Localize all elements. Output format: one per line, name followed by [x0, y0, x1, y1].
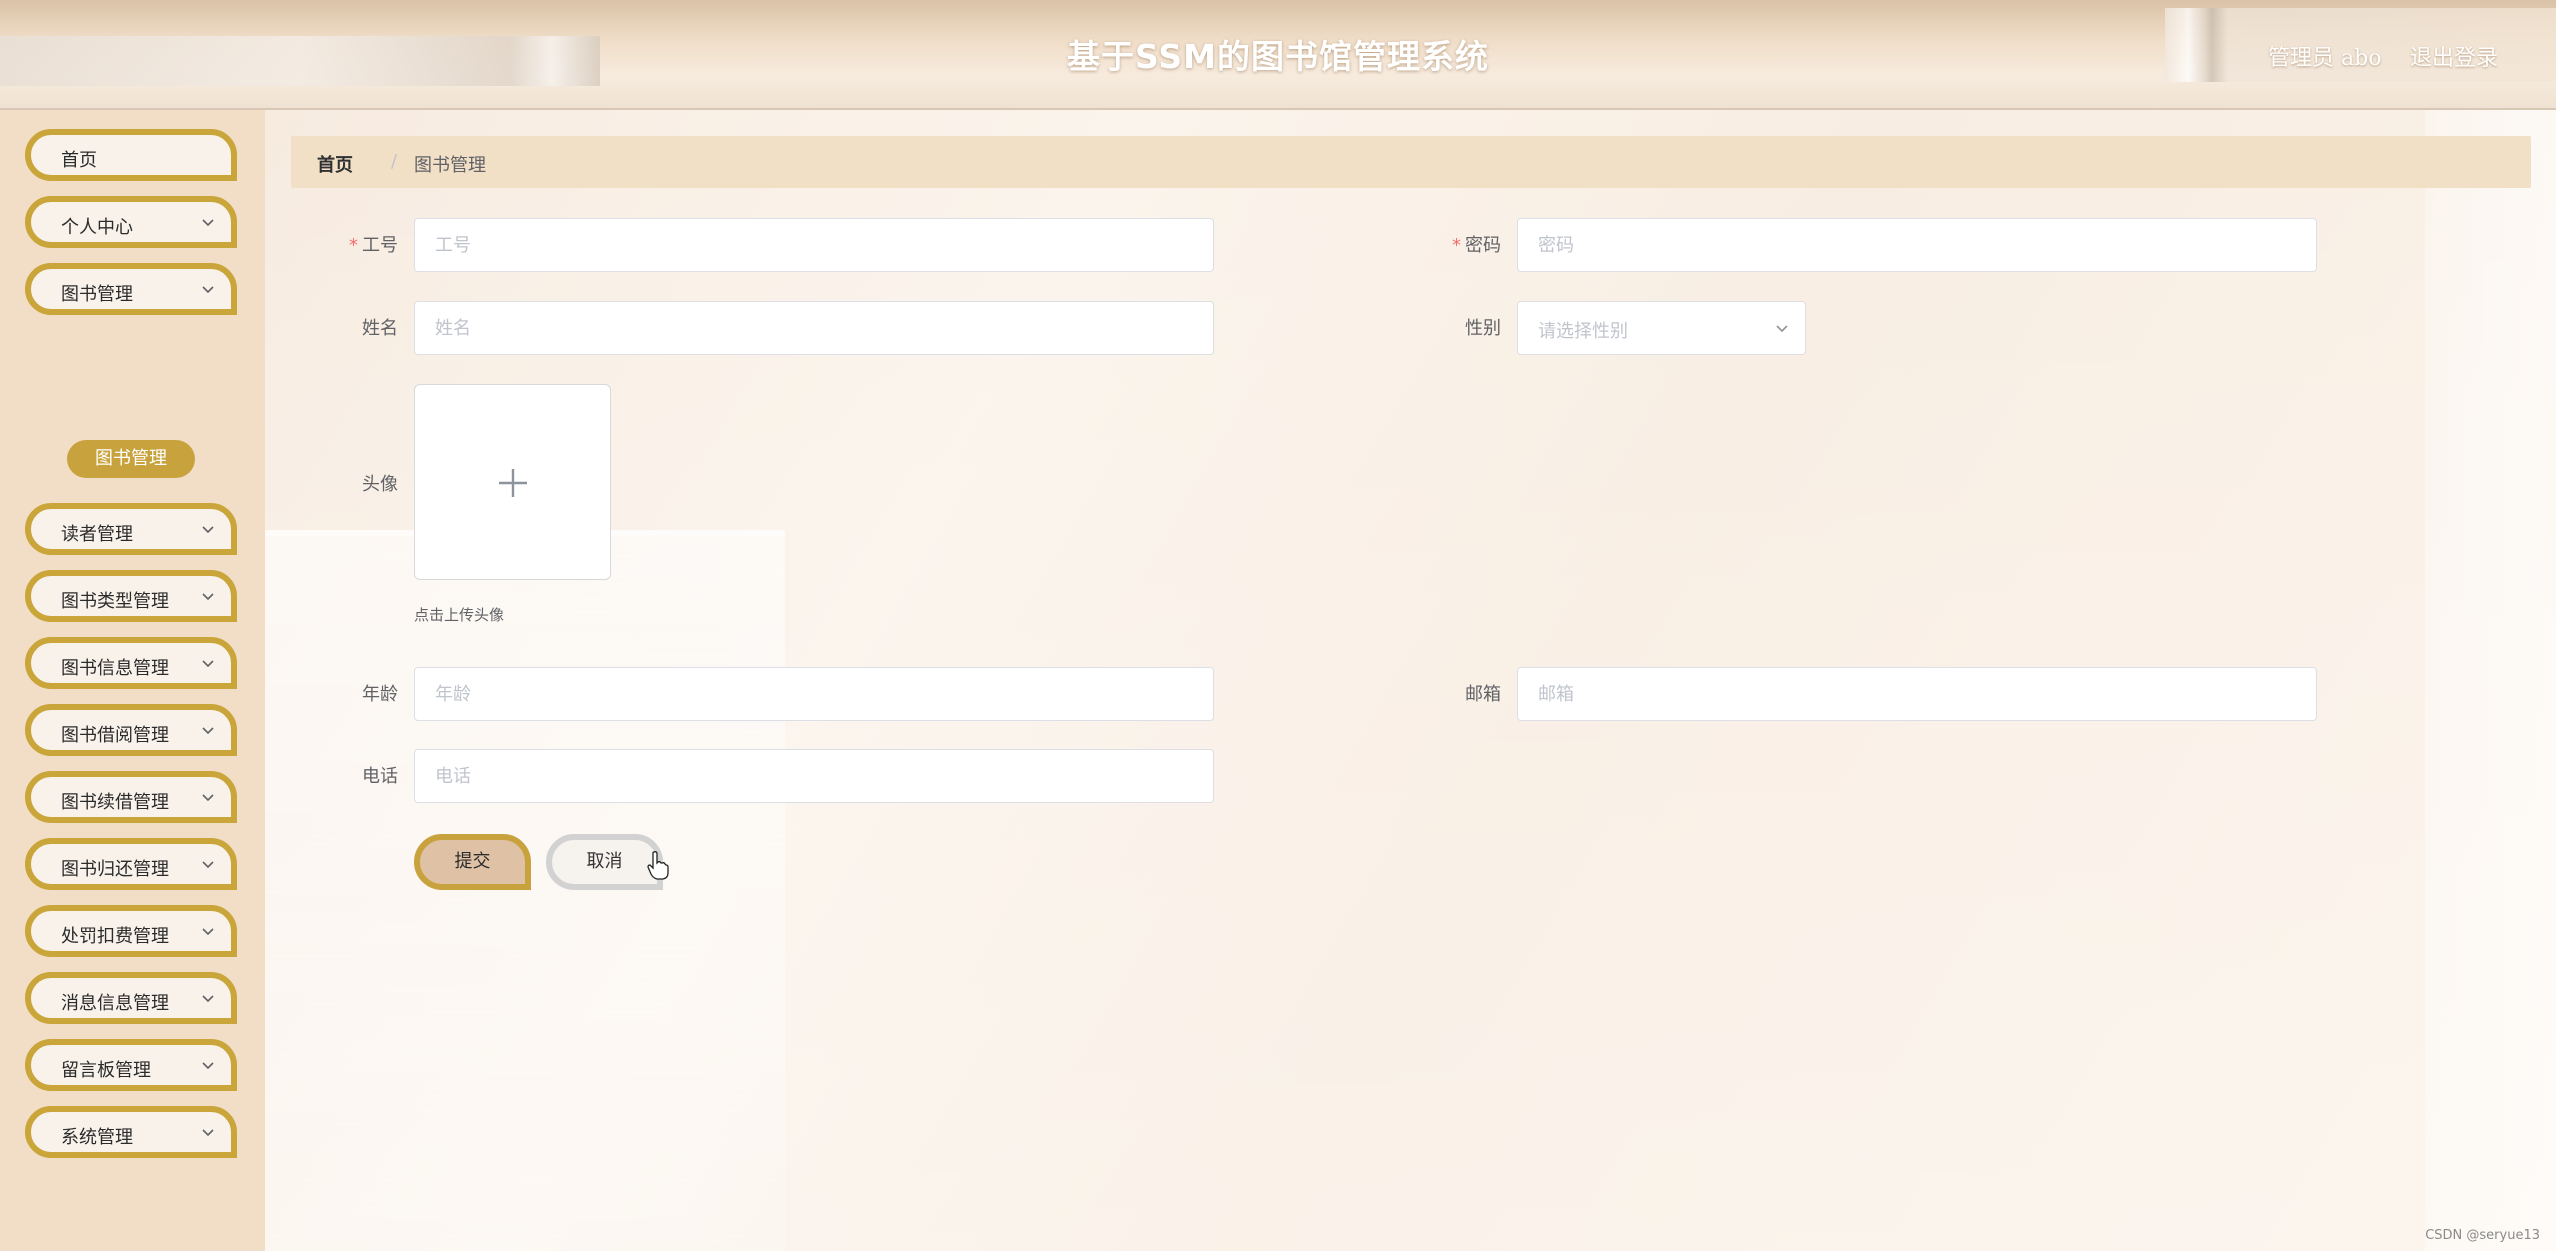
chevron-down-icon	[202, 794, 214, 802]
sidebar-item-label: 系统管理	[61, 1127, 133, 1148]
chevron-down-icon	[202, 861, 214, 869]
chevron-down-icon	[202, 1062, 214, 1070]
chevron-down-icon	[202, 526, 214, 534]
sidebar-item-guestbook-management[interactable]: 留言板管理	[25, 1039, 237, 1091]
employee-id-input[interactable]	[414, 218, 1214, 272]
sidebar-item-label: 图书信息管理	[61, 658, 169, 679]
submenu-item-book-management[interactable]: 图书管理	[67, 440, 195, 478]
breadcrumb-separator: /	[391, 151, 398, 172]
sidebar-item-system-management[interactable]: 系统管理	[25, 1106, 237, 1158]
name-label: 姓名	[362, 318, 398, 339]
sidebar-item-book-type-management[interactable]: 图书类型管理	[25, 570, 237, 622]
chevron-down-icon	[202, 593, 214, 601]
sidebar-item-personal-center[interactable]: 个人中心	[25, 196, 237, 248]
sidebar-item-renew-management[interactable]: 图书续借管理	[25, 771, 237, 823]
email-label: 邮箱	[1465, 684, 1501, 705]
sidebar-item-penalty-management[interactable]: 处罚扣费管理	[25, 905, 237, 957]
breadcrumb: 首页 / 图书管理	[291, 136, 2531, 188]
top-header: 基于SSM的图书馆管理系统 管理员 abo 退出登录	[0, 0, 2556, 110]
chevron-down-icon	[202, 995, 214, 1003]
app-title: 基于SSM的图书馆管理系统	[1067, 37, 1489, 76]
sidebar-item-label: 首页	[61, 150, 97, 171]
sidebar-menu: 首页 个人中心 图书管理 图书管理 读者管理 图书类型管理 图书信息管理 图书借…	[0, 110, 265, 1251]
background-decoration	[265, 530, 785, 1251]
sidebar-item-label: 消息信息管理	[61, 993, 169, 1014]
sidebar-item-label: 图书归还管理	[61, 859, 169, 880]
sidebar-item-home[interactable]: 首页	[25, 129, 237, 181]
breadcrumb-current: 图书管理	[414, 155, 486, 176]
logout-link[interactable]: 退出登录	[2410, 40, 2498, 72]
required-mark: *	[349, 235, 358, 256]
sidebar-item-label: 图书续借管理	[61, 792, 169, 813]
sidebar-item-message-management[interactable]: 消息信息管理	[25, 972, 237, 1024]
sidebar-item-label: 处罚扣费管理	[61, 926, 169, 947]
chevron-down-icon	[202, 1129, 214, 1137]
sidebar-item-label: 留言板管理	[61, 1060, 151, 1081]
chevron-down-icon	[202, 286, 214, 294]
employee-id-label: * 工号	[298, 231, 398, 257]
required-mark: *	[1452, 235, 1461, 256]
password-input[interactable]	[1517, 218, 2317, 272]
sidebar-item-borrow-management[interactable]: 图书借阅管理	[25, 704, 237, 756]
password-label-text: 密码	[1465, 235, 1501, 256]
chevron-down-icon	[1776, 325, 1788, 333]
breadcrumb-home[interactable]: 首页	[317, 151, 353, 177]
sidebar-item-label: 图书管理	[61, 284, 133, 305]
age-input[interactable]	[414, 667, 1214, 721]
chevron-down-icon	[202, 660, 214, 668]
age-label: 年龄	[362, 684, 398, 705]
current-user-label: 管理员 abo	[2268, 46, 2382, 71]
phone-label: 电话	[362, 766, 398, 787]
plus-icon	[499, 469, 527, 497]
background-decoration	[2425, 110, 2556, 1251]
password-label: * 密码	[1401, 231, 1501, 257]
chevron-down-icon	[202, 928, 214, 936]
hand-cursor-icon	[647, 851, 669, 880]
gender-select[interactable]: 请选择性别	[1517, 301, 1806, 355]
chevron-down-icon	[202, 727, 214, 735]
sidebar-item-book-management[interactable]: 图书管理	[25, 263, 237, 315]
avatar-uploader[interactable]	[414, 384, 611, 580]
cancel-button[interactable]: 取消	[546, 834, 663, 890]
name-input[interactable]	[414, 301, 1214, 355]
submit-button[interactable]: 提交	[414, 834, 531, 890]
phone-input[interactable]	[414, 749, 1214, 803]
gender-select-placeholder: 请选择性别	[1538, 321, 1628, 342]
avatar-upload-tip: 点击上传头像	[414, 606, 505, 624]
sidebar-item-label: 图书类型管理	[61, 591, 169, 612]
chevron-down-icon	[202, 219, 214, 227]
watermark: CSDN @seryue13	[2425, 1228, 2540, 1243]
main-content: 首页 / 图书管理 *工号 *密码 姓名 性别 请选择性别 头像 点击上传头像 …	[265, 110, 2556, 1251]
sidebar-item-return-management[interactable]: 图书归还管理	[25, 838, 237, 890]
sidebar-item-reader-management[interactable]: 读者管理	[25, 503, 237, 555]
sidebar-item-label: 个人中心	[61, 217, 133, 238]
sidebar-item-label: 图书借阅管理	[61, 725, 169, 746]
email-input[interactable]	[1517, 667, 2317, 721]
employee-id-label-text: 工号	[362, 235, 398, 256]
sidebar-item-book-info-management[interactable]: 图书信息管理	[25, 637, 237, 689]
avatar-label: 头像	[362, 474, 398, 495]
gender-label: 性别	[1465, 318, 1501, 339]
sidebar-item-label: 读者管理	[61, 524, 133, 545]
